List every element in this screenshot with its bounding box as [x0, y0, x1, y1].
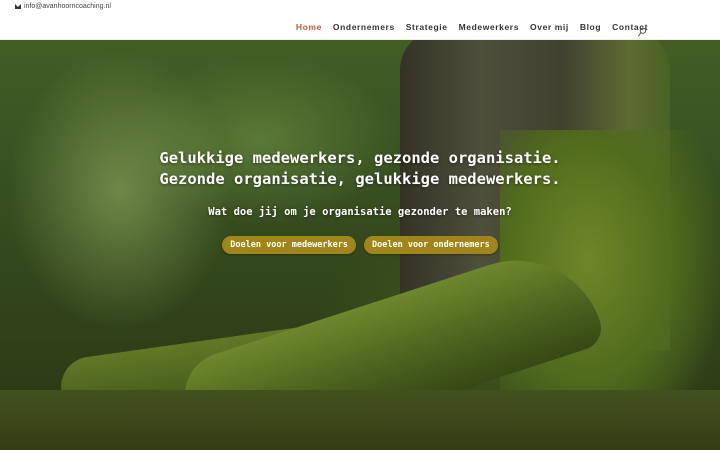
mail-icon	[15, 4, 21, 9]
hero-subtitle: Wat doe jij om je organisatie gezonder t…	[208, 206, 512, 218]
search-icon[interactable]	[638, 24, 647, 37]
nav-item-home[interactable]: Home	[296, 22, 322, 32]
top-bar: info@avanhoorncoaching.nl	[0, 0, 720, 16]
hero-title-line-1: Gelukkige medewerkers, gezonde organisat…	[159, 149, 561, 167]
nav-item-medewerkers[interactable]: Medewerkers	[459, 22, 519, 32]
main-menu: Home Ondernemers Strategie Medewerkers O…	[296, 22, 648, 32]
nav-item-over-mij[interactable]: Over mij	[530, 22, 569, 32]
hero-title: Gelukkige medewerkers, gezonde organisat…	[0, 148, 720, 190]
goals-entrepreneurs-button[interactable]: Doelen voor ondernemers	[364, 236, 498, 254]
nav-item-ondernemers[interactable]: Ondernemers	[333, 22, 395, 32]
nav-item-blog[interactable]: Blog	[580, 22, 601, 32]
contact-email[interactable]: info@avanhoorncoaching.nl	[15, 3, 111, 10]
goals-employees-button[interactable]: Doelen voor medewerkers	[222, 236, 356, 254]
navbar: Home Ondernemers Strategie Medewerkers O…	[0, 16, 720, 40]
hero-title-line-2: Gezonde organisatie, gelukkige medewerke…	[159, 170, 561, 188]
nav-item-strategie[interactable]: Strategie	[406, 22, 448, 32]
hero-buttons: Doelen voor medewerkers Doelen voor onde…	[0, 236, 720, 254]
email-text[interactable]: info@avanhoorncoaching.nl	[24, 3, 111, 10]
